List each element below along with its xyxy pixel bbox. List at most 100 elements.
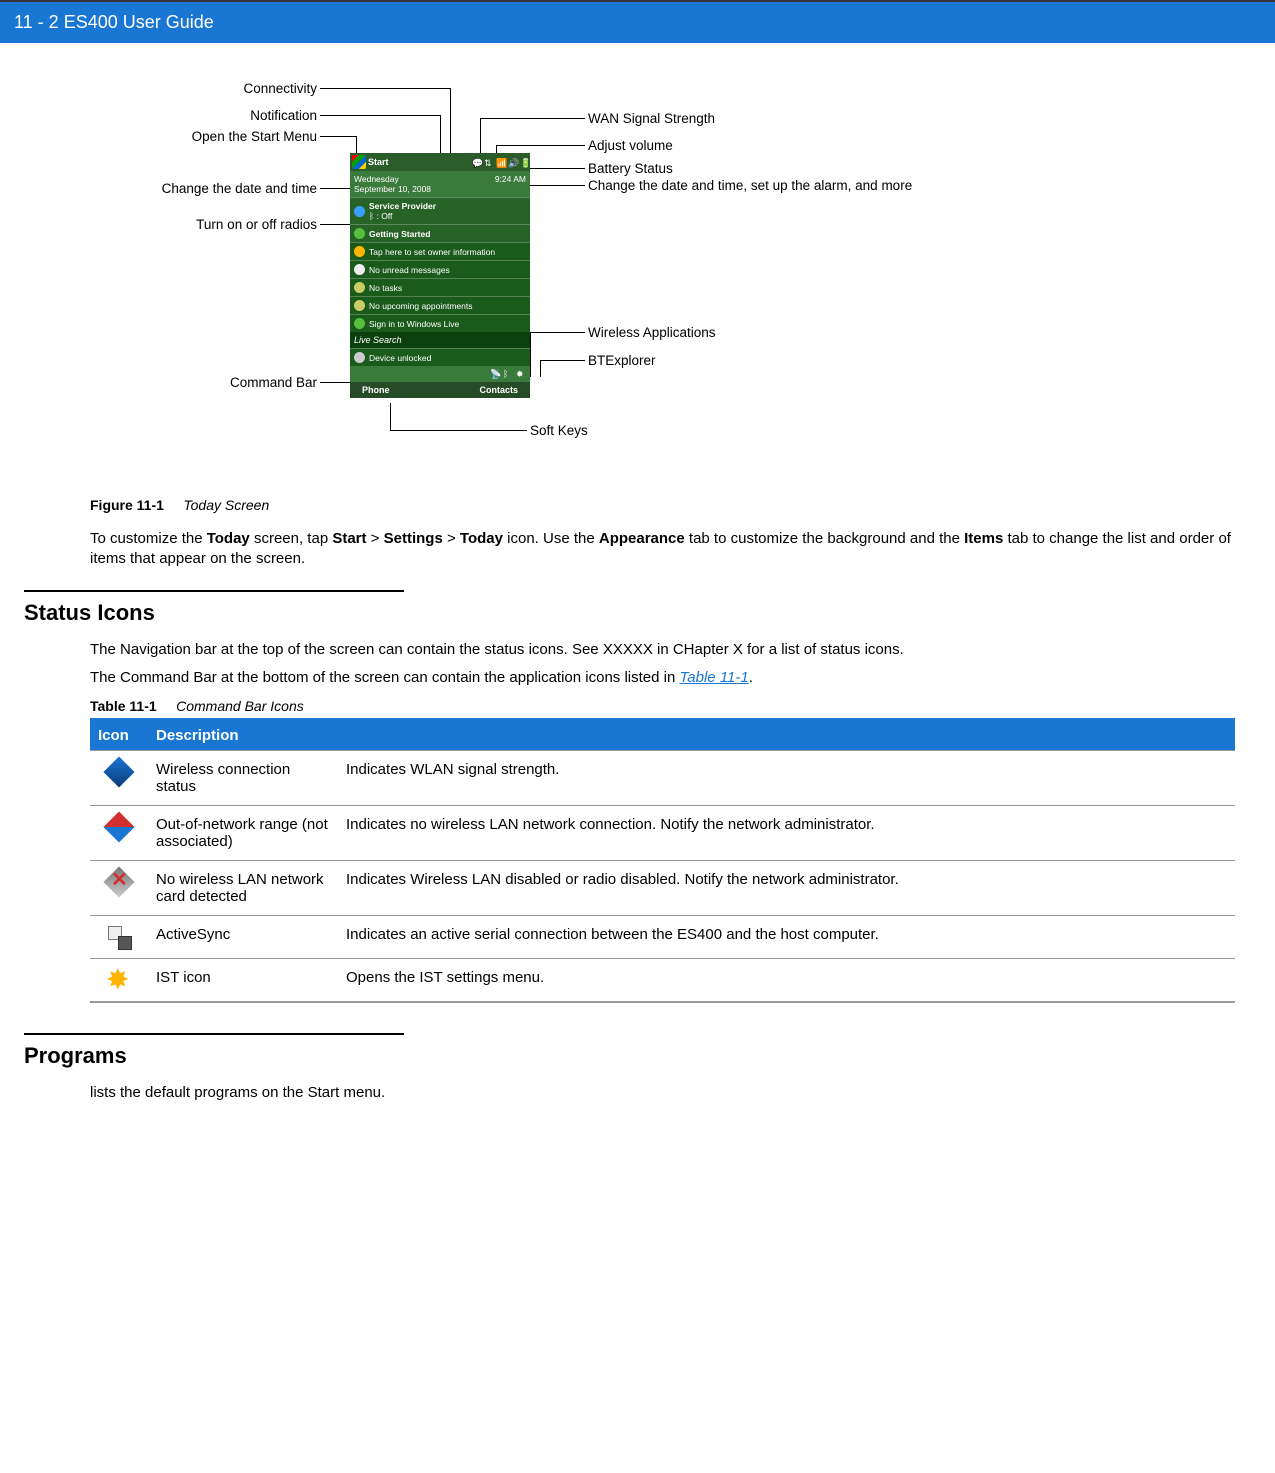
windows-flag-icon[interactable] <box>352 155 366 169</box>
live-search-row[interactable]: Live Search <box>350 332 530 348</box>
windows-live-icon <box>354 318 365 329</box>
callout-open-start: Open the Start Menu <box>90 129 317 144</box>
status-icons-p1: The Navigation bar at the top of the scr… <box>90 640 1235 660</box>
row-desc: Opens the IST settings menu. <box>338 959 1235 1003</box>
command-bar-icons-table: Icon Description Wireless connection sta… <box>90 718 1235 1003</box>
unread-row[interactable]: No unread messages <box>350 260 530 278</box>
unread-label: No unread messages <box>369 265 450 275</box>
callout-command-bar: Command Bar <box>90 375 317 390</box>
getting-started-label: Getting Started <box>369 229 430 239</box>
soft-keys[interactable]: Phone Contacts <box>350 382 530 398</box>
callout-soft-keys: Soft Keys <box>530 423 588 438</box>
callout-change-date-right: Change the date and time, set up the ala… <box>588 178 912 193</box>
callout-wireless-apps: Wireless Applications <box>588 325 716 340</box>
table-row: ActiveSync Indicates an active serial co… <box>90 916 1235 959</box>
btexplorer-icon[interactable]: ᛒ <box>503 369 513 379</box>
phone-date: September 10, 2008 <box>354 184 431 194</box>
ist-settings-icon <box>108 969 130 991</box>
lock-icon <box>354 352 365 363</box>
table-row: Out-of-network range (not associated) In… <box>90 806 1235 861</box>
table-row: IST icon Opens the IST settings menu. <box>90 959 1235 1003</box>
row-name: ActiveSync <box>148 916 338 959</box>
row-desc: Indicates Wireless LAN disabled or radio… <box>338 861 1235 916</box>
phone-dateline[interactable]: Wednesday September 10, 2008 9:24 AM <box>350 171 530 197</box>
appts-label: No upcoming appointments <box>369 301 472 311</box>
table-label: Table 11-1 <box>90 698 157 714</box>
status-icons-heading: Status Icons <box>24 600 1235 626</box>
callout-battery: Battery Status <box>588 161 673 176</box>
phone-time: 9:24 AM <box>495 174 526 194</box>
row-name: No wireless LAN network card detected <box>148 861 338 916</box>
getting-started-row[interactable]: Getting Started <box>350 224 530 242</box>
unlocked-row[interactable]: Device unlocked <box>350 348 530 366</box>
phone-mockup: Start 💬 ⇅ 📶 🔊 🔋 Wednesday September 10, … <box>350 153 530 398</box>
row-desc: Indicates an active serial connection be… <box>338 916 1235 959</box>
callout-turn-radios: Turn on or off radios <box>90 217 317 232</box>
bt-off-label: : Off <box>376 211 392 221</box>
out-of-network-icon <box>103 811 134 842</box>
calendar-icon <box>354 300 365 311</box>
th-blank <box>338 720 1235 751</box>
row-name: Wireless connection status <box>148 751 338 806</box>
row-desc: Indicates no wireless LAN network connec… <box>338 806 1235 861</box>
softkey-phone[interactable]: Phone <box>362 385 390 395</box>
section-rule <box>24 1033 404 1035</box>
command-bar[interactable]: 📡 ᛒ ✸ <box>350 366 530 382</box>
wlan-app-icon[interactable]: 📡 <box>490 369 500 379</box>
tasks-row[interactable]: No tasks <box>350 278 530 296</box>
activesync-icon <box>108 926 130 948</box>
volume-icon[interactable]: 🔊 <box>508 158 516 166</box>
th-icon: Icon <box>90 720 148 751</box>
service-provider-label: Service Provider <box>369 201 436 211</box>
connectivity-icon[interactable]: ⇅ <box>484 158 492 166</box>
row-name: IST icon <box>148 959 338 1003</box>
table-row: Wireless connection status Indicates WLA… <box>90 751 1235 806</box>
programs-p: lists the default programs on the Start … <box>90 1083 1235 1103</box>
table-row: No wireless LAN network card detected In… <box>90 861 1235 916</box>
signin-label: Sign in to Windows Live <box>369 319 459 329</box>
phone-navbar[interactable]: Start 💬 ⇅ 📶 🔊 🔋 <box>350 153 530 171</box>
battery-icon[interactable]: 🔋 <box>520 158 528 166</box>
wlan-status-icon <box>103 756 134 787</box>
owner-label: Tap here to set owner information <box>369 247 495 257</box>
callout-change-date-left: Change the date and time <box>90 181 317 196</box>
page-content: Connectivity Notification Open the Start… <box>0 63 1275 1151</box>
wan-signal-icon[interactable]: 📶 <box>496 158 504 166</box>
page-header: 11 - 2 ES400 User Guide <box>0 0 1275 43</box>
mail-icon <box>354 264 365 275</box>
appointments-row[interactable]: No upcoming appointments <box>350 296 530 314</box>
section-rule <box>24 590 404 592</box>
phone-day: Wednesday <box>354 174 399 184</box>
start-label[interactable]: Start <box>368 157 389 167</box>
customize-paragraph: To customize the Today screen, tap Start… <box>90 529 1235 570</box>
table-caption: Table 11-1 Command Bar Icons <box>90 698 1235 714</box>
no-wlan-card-icon <box>108 871 130 893</box>
row-name: Out-of-network range (not associated) <box>148 806 338 861</box>
callout-adjust-volume: Adjust volume <box>588 138 673 153</box>
table-link[interactable]: Table 11-1 <box>680 669 749 686</box>
figure-label: Figure 11-1 <box>90 497 164 513</box>
unlocked-label: Device unlocked <box>369 353 431 363</box>
notification-icon[interactable]: 💬 <box>472 158 480 166</box>
radio-icon <box>354 206 365 217</box>
figure-title: Today Screen <box>183 497 269 513</box>
softkey-contacts[interactable]: Contacts <box>479 385 518 395</box>
owner-icon <box>354 246 365 257</box>
ist-icon[interactable]: ✸ <box>516 369 526 379</box>
figure-area: Connectivity Notification Open the Start… <box>90 63 1235 493</box>
table-title: Command Bar Icons <box>176 698 304 714</box>
callout-notification: Notification <box>90 108 317 123</box>
callout-connectivity: Connectivity <box>90 81 317 96</box>
tasks-icon <box>354 282 365 293</box>
status-icons-p2: The Command Bar at the bottom of the scr… <box>90 668 1235 688</box>
service-provider-row[interactable]: Service Provider ᛒ : Off <box>350 197 530 224</box>
getting-started-icon <box>354 228 365 239</box>
th-desc: Description <box>148 720 338 751</box>
callout-wan: WAN Signal Strength <box>588 111 715 126</box>
owner-row[interactable]: Tap here to set owner information <box>350 242 530 260</box>
row-desc: Indicates WLAN signal strength. <box>338 751 1235 806</box>
callout-btexplorer: BTExplorer <box>588 353 656 368</box>
windows-live-row[interactable]: Sign in to Windows Live <box>350 314 530 332</box>
tasks-label: No tasks <box>369 283 402 293</box>
programs-heading: Programs <box>24 1043 1235 1069</box>
